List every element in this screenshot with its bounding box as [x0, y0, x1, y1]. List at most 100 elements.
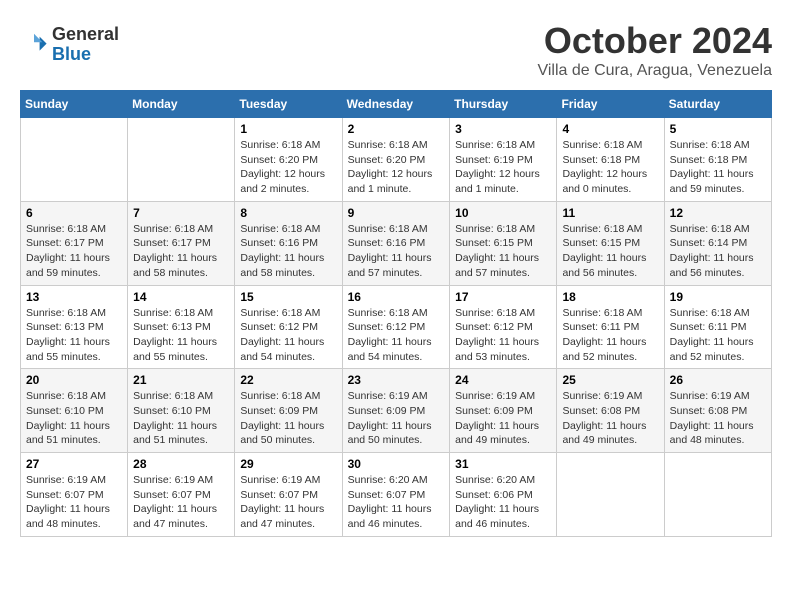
day-number: 11 [562, 206, 658, 220]
calendar-day-20: 20Sunrise: 6:18 AMSunset: 6:10 PMDayligh… [21, 369, 128, 453]
day-info: Sunrise: 6:18 AMSunset: 6:18 PMDaylight:… [562, 138, 658, 197]
empty-cell [128, 118, 235, 202]
day-info: Sunrise: 6:18 AMSunset: 6:09 PMDaylight:… [240, 389, 336, 448]
day-number: 1 [240, 122, 336, 136]
logo: General Blue [20, 25, 119, 65]
day-info: Sunrise: 6:18 AMSunset: 6:19 PMDaylight:… [455, 138, 551, 197]
calendar-day-11: 11 Sunrise: 6:18 AMSunset: 6:15 PMDayligh… [557, 201, 664, 285]
calendar-day-3: 3 Sunrise: 6:18 AMSunset: 6:19 PMDaylight… [450, 118, 557, 202]
day-number: 26 [670, 373, 766, 387]
calendar-day-8: 8 Sunrise: 6:18 AMSunset: 6:16 PMDaylight… [235, 201, 342, 285]
weekday-header-thursday: Thursday [450, 91, 557, 118]
day-info: Sunrise: 6:18 AMSunset: 6:12 PMDaylight:… [240, 306, 336, 365]
calendar-day-29: 29Sunrise: 6:19 AMSunset: 6:07 PMDayligh… [235, 453, 342, 537]
day-info: Sunrise: 6:18 AMSunset: 6:15 PMDaylight:… [562, 222, 658, 281]
weekday-header-sunday: Sunday [21, 91, 128, 118]
day-number: 28 [133, 457, 229, 471]
calendar-day-21: 21 Sunrise: 6:18 AMSunset: 6:10 PMDayligh… [128, 369, 235, 453]
weekday-header-friday: Friday [557, 91, 664, 118]
day-number: 12 [670, 206, 766, 220]
calendar-day-16: 16Sunrise: 6:18 AMSunset: 6:12 PMDayligh… [342, 285, 450, 369]
weekday-header-wednesday: Wednesday [342, 91, 450, 118]
day-info: Sunrise: 6:20 AMSunset: 6:07 PMDaylight:… [348, 473, 445, 532]
day-info: Sunrise: 6:19 AMSunset: 6:07 PMDaylight:… [133, 473, 229, 532]
day-number: 4 [562, 122, 658, 136]
day-number: 31 [455, 457, 551, 471]
calendar-day-15: 15 Sunrise: 6:18 AMSunset: 6:12 PMDayligh… [235, 285, 342, 369]
logo-icon [20, 31, 48, 59]
empty-cell [664, 453, 771, 537]
weekday-header-monday: Monday [128, 91, 235, 118]
calendar-day-13: 13Sunrise: 6:18 AMSunset: 6:13 PMDayligh… [21, 285, 128, 369]
calendar-day-18: 18 Sunrise: 6:18 AMSunset: 6:11 PMDayligh… [557, 285, 664, 369]
calendar-table: SundayMondayTuesdayWednesdayThursdayFrid… [20, 90, 772, 537]
weekday-header-saturday: Saturday [664, 91, 771, 118]
day-number: 22 [240, 373, 336, 387]
day-info: Sunrise: 6:18 AMSunset: 6:20 PMDaylight:… [240, 138, 336, 197]
day-info: Sunrise: 6:18 AMSunset: 6:10 PMDaylight:… [133, 389, 229, 448]
calendar-day-5: 5 Sunrise: 6:18 AMSunset: 6:18 PMDaylight… [664, 118, 771, 202]
day-info: Sunrise: 6:19 AMSunset: 6:09 PMDaylight:… [455, 389, 551, 448]
calendar-day-7: 7Sunrise: 6:18 AMSunset: 6:17 PMDaylight… [128, 201, 235, 285]
day-number: 5 [670, 122, 766, 136]
day-number: 18 [562, 290, 658, 304]
day-number: 30 [348, 457, 445, 471]
day-number: 27 [26, 457, 122, 471]
day-number: 24 [455, 373, 551, 387]
calendar-day-28: 28 Sunrise: 6:19 AMSunset: 6:07 PMDayligh… [128, 453, 235, 537]
day-info: Sunrise: 6:18 AMSunset: 6:15 PMDaylight:… [455, 222, 551, 281]
day-info: Sunrise: 6:19 AMSunset: 6:07 PMDaylight:… [26, 473, 122, 532]
day-info: Sunrise: 6:18 AMSunset: 6:18 PMDaylight:… [670, 138, 766, 197]
day-info: Sunrise: 6:19 AMSunset: 6:09 PMDaylight:… [348, 389, 445, 448]
day-info: Sunrise: 6:18 AMSunset: 6:11 PMDaylight:… [562, 306, 658, 365]
logo-general: General [52, 25, 119, 45]
day-info: Sunrise: 6:18 AMSunset: 6:12 PMDaylight:… [455, 306, 551, 365]
empty-cell [21, 118, 128, 202]
day-info: Sunrise: 6:18 AMSunset: 6:13 PMDaylight:… [133, 306, 229, 365]
calendar-day-4: 4 Sunrise: 6:18 AMSunset: 6:18 PMDaylight… [557, 118, 664, 202]
day-info: Sunrise: 6:18 AMSunset: 6:13 PMDaylight:… [26, 306, 122, 365]
calendar-week-3: 13Sunrise: 6:18 AMSunset: 6:13 PMDayligh… [21, 285, 772, 369]
day-info: Sunrise: 6:18 AMSunset: 6:16 PMDaylight:… [240, 222, 336, 281]
calendar-day-10: 10 Sunrise: 6:18 AMSunset: 6:15 PMDayligh… [450, 201, 557, 285]
day-number: 16 [348, 290, 445, 304]
calendar-day-19: 19Sunrise: 6:18 AMSunset: 6:11 PMDayligh… [664, 285, 771, 369]
day-number: 17 [455, 290, 551, 304]
day-number: 21 [133, 373, 229, 387]
calendar-day-1: 1 Sunrise: 6:18 AMSunset: 6:20 PMDaylight… [235, 118, 342, 202]
calendar-day-2: 2Sunrise: 6:18 AMSunset: 6:20 PMDaylight… [342, 118, 450, 202]
day-number: 19 [670, 290, 766, 304]
day-info: Sunrise: 6:18 AMSunset: 6:14 PMDaylight:… [670, 222, 766, 281]
day-info: Sunrise: 6:18 AMSunset: 6:10 PMDaylight:… [26, 389, 122, 448]
day-number: 9 [348, 206, 445, 220]
day-number: 8 [240, 206, 336, 220]
day-info: Sunrise: 6:19 AMSunset: 6:07 PMDaylight:… [240, 473, 336, 532]
day-number: 25 [562, 373, 658, 387]
day-info: Sunrise: 6:20 AMSunset: 6:06 PMDaylight:… [455, 473, 551, 532]
calendar-week-2: 6Sunrise: 6:18 AMSunset: 6:17 PMDaylight… [21, 201, 772, 285]
location: Villa de Cura, Aragua, Venezuela [537, 62, 772, 80]
calendar-week-4: 20Sunrise: 6:18 AMSunset: 6:10 PMDayligh… [21, 369, 772, 453]
calendar-day-17: 17 Sunrise: 6:18 AMSunset: 6:12 PMDayligh… [450, 285, 557, 369]
calendar-day-30: 30 Sunrise: 6:20 AMSunset: 6:07 PMDayligh… [342, 453, 450, 537]
page-header: General Blue October 2024 Villa de Cura,… [20, 20, 772, 80]
calendar-day-25: 25 Sunrise: 6:19 AMSunset: 6:08 PMDayligh… [557, 369, 664, 453]
weekday-header-tuesday: Tuesday [235, 91, 342, 118]
day-info: Sunrise: 6:18 AMSunset: 6:17 PMDaylight:… [133, 222, 229, 281]
calendar-day-24: 24 Sunrise: 6:19 AMSunset: 6:09 PMDayligh… [450, 369, 557, 453]
calendar-day-6: 6Sunrise: 6:18 AMSunset: 6:17 PMDaylight… [21, 201, 128, 285]
day-number: 3 [455, 122, 551, 136]
calendar-day-26: 26 Sunrise: 6:19 AMSunset: 6:08 PMDayligh… [664, 369, 771, 453]
day-info: Sunrise: 6:19 AMSunset: 6:08 PMDaylight:… [670, 389, 766, 448]
logo-blue: Blue [52, 45, 119, 65]
calendar-day-9: 9 Sunrise: 6:18 AMSunset: 6:16 PMDaylight… [342, 201, 450, 285]
empty-cell [557, 453, 664, 537]
calendar-day-23: 23Sunrise: 6:19 AMSunset: 6:09 PMDayligh… [342, 369, 450, 453]
day-info: Sunrise: 6:18 AMSunset: 6:16 PMDaylight:… [348, 222, 445, 281]
day-number: 10 [455, 206, 551, 220]
day-number: 15 [240, 290, 336, 304]
day-info: Sunrise: 6:18 AMSunset: 6:20 PMDaylight:… [348, 138, 445, 197]
title-area: October 2024 Villa de Cura, Aragua, Vene… [537, 20, 772, 80]
day-number: 14 [133, 290, 229, 304]
day-info: Sunrise: 6:19 AMSunset: 6:08 PMDaylight:… [562, 389, 658, 448]
